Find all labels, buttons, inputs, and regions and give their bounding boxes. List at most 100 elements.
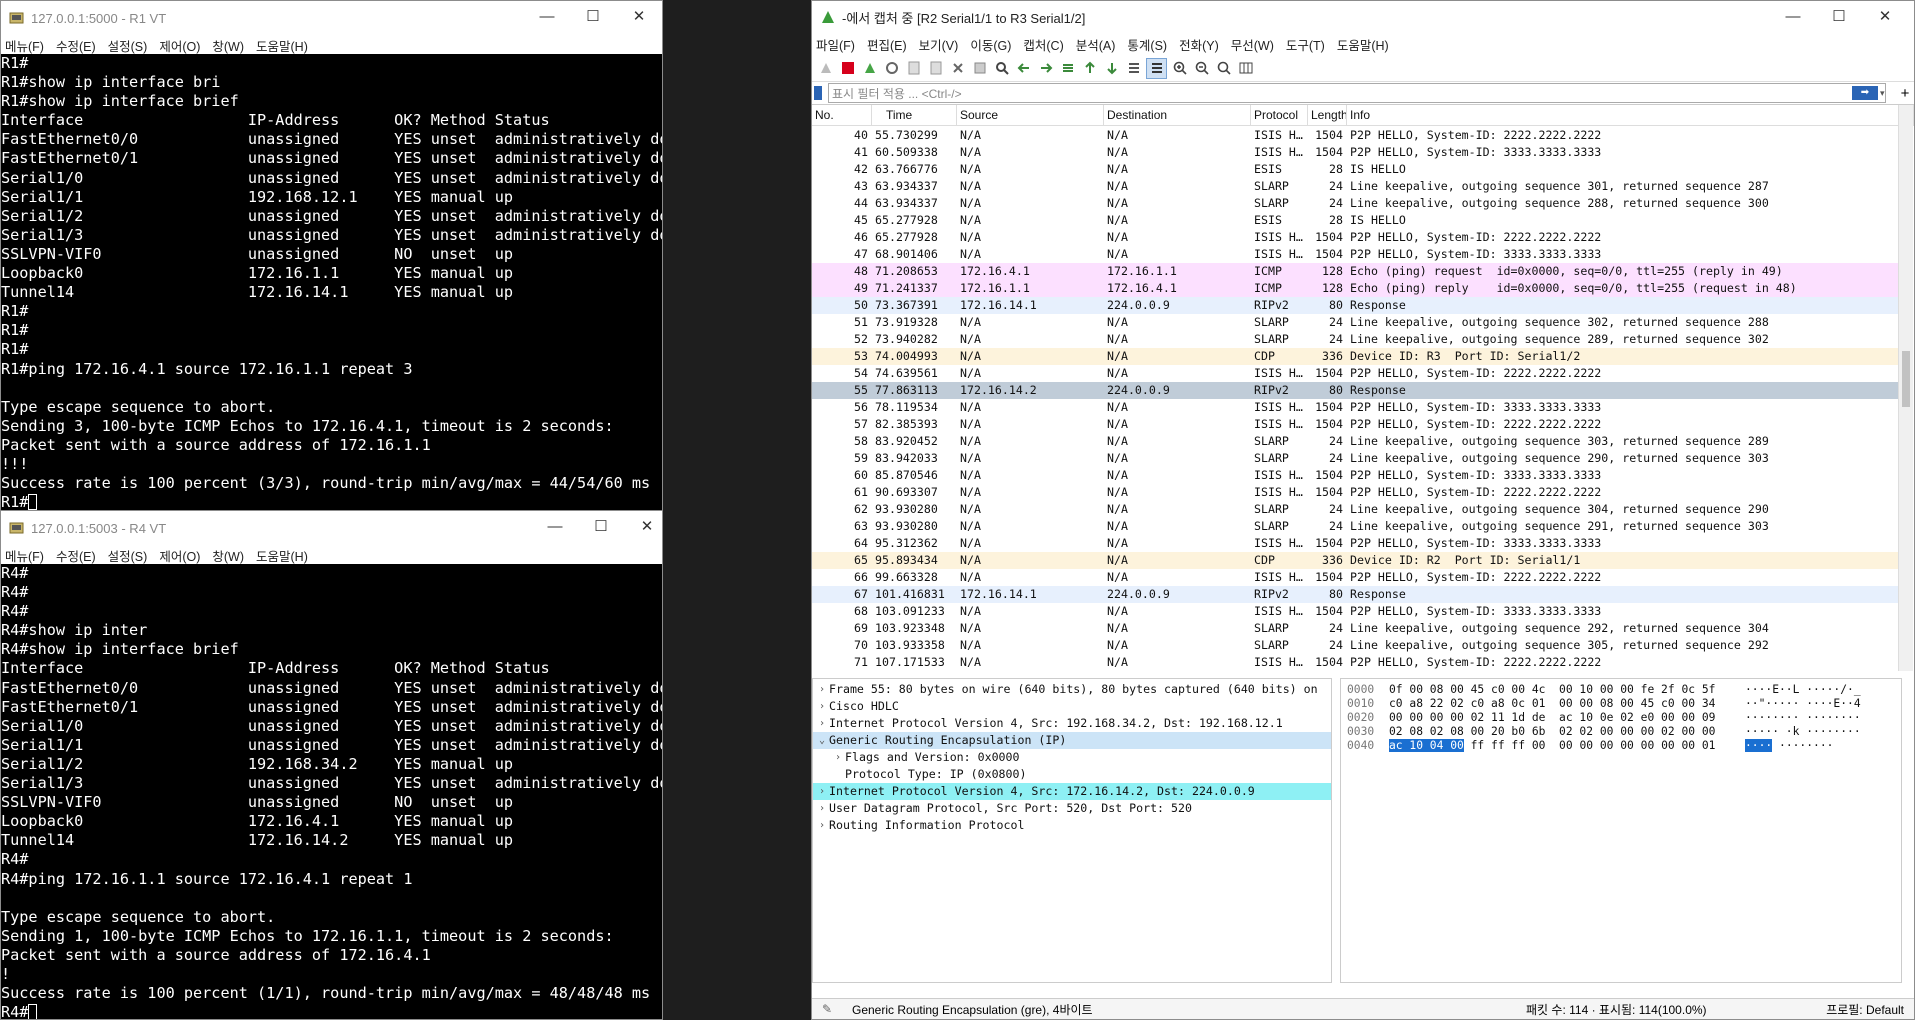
menu-item[interactable]: 수정(E) bbox=[56, 36, 96, 55]
packet-row[interactable]: 63 93.930280 N/A N/A SLARP 24 Line keepalive, … bbox=[812, 518, 1898, 535]
stop-capture-icon[interactable] bbox=[838, 59, 857, 78]
menu-item[interactable]: 설정(S) bbox=[108, 36, 148, 55]
close-icon[interactable]: ✕ bbox=[616, 1, 662, 35]
packet-row[interactable]: 62 93.930280 N/A N/A SLARP 24 Line keepalive, … bbox=[812, 501, 1898, 518]
detail-row[interactable]: › Routing Information Protocol bbox=[813, 817, 1331, 834]
column-header-length[interactable]: Length bbox=[1308, 105, 1347, 125]
menu-item[interactable]: 편집(E) bbox=[867, 35, 907, 54]
menu-item[interactable]: 도움말(H) bbox=[256, 546, 308, 565]
expand-arrow-icon[interactable]: › bbox=[815, 817, 829, 834]
expand-arrow-icon[interactable]: › bbox=[831, 749, 845, 766]
menu-item[interactable]: 분석(A) bbox=[1076, 35, 1116, 54]
zoom-out-icon[interactable] bbox=[1192, 59, 1211, 78]
scrollbar-thumb[interactable] bbox=[1902, 351, 1910, 407]
packet-row[interactable]: 46 65.277928 N/A N/A ISIS H… 1504 P2P HELLO, S… bbox=[812, 229, 1898, 246]
packet-row[interactable]: 59 83.942033 N/A N/A SLARP 24 Line keepalive, … bbox=[812, 450, 1898, 467]
minimize-icon[interactable]: — bbox=[1770, 1, 1816, 35]
resize-columns-icon[interactable] bbox=[1236, 59, 1255, 78]
packet-row[interactable]: 68 103.091233 N/A N/A ISIS H… 1504 P2P HELLO, … bbox=[812, 603, 1898, 620]
normal-size-icon[interactable] bbox=[1214, 59, 1233, 78]
hex-row[interactable]: 0000 0f 00 08 00 45 c0 00 4c 00 10 00 00 … bbox=[1347, 683, 1901, 697]
column-header-info[interactable]: Info bbox=[1347, 105, 1914, 125]
close-icon[interactable]: ✕ bbox=[624, 511, 662, 545]
restart-capture-icon[interactable] bbox=[860, 59, 879, 78]
detail-row[interactable]: › Cisco HDLC bbox=[813, 698, 1331, 715]
packet-row[interactable]: 55 77.863113 172.16.14.2 224.0.0.9 RIPv2 80 Re… bbox=[812, 382, 1898, 399]
hex-row[interactable]: 0040 ac 10 04 00 ff ff ff 00 00 00 00 00 … bbox=[1347, 739, 1901, 753]
column-header-protocol[interactable]: Protocol bbox=[1251, 105, 1308, 125]
colorize-icon[interactable] bbox=[1146, 57, 1167, 79]
maximize-icon[interactable]: ☐ bbox=[1816, 1, 1862, 35]
packet-row[interactable]: 50 73.367391 172.16.14.1 224.0.0.9 RIPv2 80 Re… bbox=[812, 297, 1898, 314]
r1-titlebar[interactable]: 127.0.0.1:5000 - R1 VT — ☐ ✕ bbox=[1, 1, 662, 35]
menu-item[interactable]: 전화(Y) bbox=[1179, 35, 1219, 54]
detail-row[interactable]: ⌄ Generic Routing Encapsulation (IP) bbox=[813, 732, 1331, 749]
packet-row[interactable]: 54 74.639561 N/A N/A ISIS H… 1504 P2P HELLO, S… bbox=[812, 365, 1898, 382]
menu-item[interactable]: 통계(S) bbox=[1127, 35, 1167, 54]
expand-arrow-icon[interactable]: › bbox=[815, 715, 829, 732]
wireshark-titlebar[interactable]: -에서 캡처 중 [R2 Serial1/1 to R3 Serial1/2] … bbox=[812, 1, 1914, 33]
menu-item[interactable]: 무선(W) bbox=[1231, 35, 1274, 54]
minimize-icon[interactable]: — bbox=[524, 1, 570, 35]
status-profile[interactable]: 프로필: Default bbox=[1826, 1001, 1904, 1018]
detail-row[interactable]: › Internet Protocol Version 4, Src: 172.1… bbox=[813, 783, 1331, 800]
column-header-destination[interactable]: Destination bbox=[1104, 105, 1251, 125]
packet-row[interactable]: 53 74.004993 N/A N/A CDP 336 Device ID: R3 Por… bbox=[812, 348, 1898, 365]
packet-row[interactable]: 51 73.919328 N/A N/A SLARP 24 Line keepalive, … bbox=[812, 314, 1898, 331]
menu-item[interactable]: 창(W) bbox=[212, 546, 244, 565]
last-packet-icon[interactable] bbox=[1102, 59, 1121, 78]
expand-arrow-icon[interactable]: › bbox=[815, 783, 829, 800]
collapse-arrow-icon[interactable]: ⌄ bbox=[815, 732, 829, 749]
autoscroll-icon[interactable] bbox=[1124, 59, 1143, 78]
expand-arrow-icon[interactable]: › bbox=[815, 681, 829, 698]
column-header-time[interactable]: Time bbox=[872, 105, 957, 125]
open-file-icon[interactable] bbox=[904, 59, 923, 78]
r4-titlebar[interactable]: 127.0.0.1:5003 - R4 VT — ☐ ✕ bbox=[1, 511, 662, 545]
packet-row[interactable]: 41 60.509338 N/A N/A ISIS H… 1504 P2P HELLO, S… bbox=[812, 144, 1898, 161]
find-packet-icon[interactable] bbox=[992, 59, 1011, 78]
hex-row[interactable]: 0020 00 00 00 00 02 11 1d de ac 10 0e 02 … bbox=[1347, 711, 1901, 725]
maximize-icon[interactable]: ☐ bbox=[570, 1, 616, 35]
column-header-no[interactable]: No. bbox=[812, 105, 872, 125]
start-capture-icon[interactable] bbox=[816, 59, 835, 78]
packet-row[interactable]: 69 103.923348 N/A N/A SLARP 24 Line keepalive,… bbox=[812, 620, 1898, 637]
menu-item[interactable]: 창(W) bbox=[212, 36, 244, 55]
detail-row[interactable]: Protocol Type: IP (0x0800) bbox=[813, 766, 1331, 783]
packet-row[interactable]: 40 55.730299 N/A N/A ISIS H… 1504 P2P HELLO, S… bbox=[812, 127, 1898, 144]
packet-row[interactable]: 64 95.312362 N/A N/A ISIS H… 1504 P2P HELLO, S… bbox=[812, 535, 1898, 552]
save-file-icon[interactable] bbox=[926, 59, 945, 78]
detail-row[interactable]: › User Datagram Protocol, Src Port: 520, … bbox=[813, 800, 1331, 817]
menu-item[interactable]: 캡처(C) bbox=[1023, 35, 1063, 54]
packet-row[interactable]: 49 71.241337 172.16.1.1 172.16.4.1 ICMP 128 Ec… bbox=[812, 280, 1898, 297]
go-back-icon[interactable] bbox=[1014, 59, 1033, 78]
menu-item[interactable]: 메뉴(F) bbox=[5, 36, 44, 55]
apply-filter-icon[interactable]: ➡ bbox=[1852, 86, 1878, 100]
maximize-icon[interactable]: ☐ bbox=[578, 511, 624, 545]
menu-item[interactable]: 제어(O) bbox=[159, 546, 200, 565]
packet-list-scrollbar[interactable] bbox=[1898, 105, 1913, 671]
packet-row[interactable]: 66 99.663328 N/A N/A ISIS H… 1504 P2P HELLO, S… bbox=[812, 569, 1898, 586]
menu-item[interactable]: 도구(T) bbox=[1286, 35, 1325, 54]
display-filter-input[interactable]: 표시 필터 적용 ... <Ctrl-/> bbox=[828, 83, 1886, 103]
first-packet-icon[interactable] bbox=[1080, 59, 1099, 78]
packet-list[interactable]: 40 55.730299 N/A N/A ISIS H… 1504 P2P HELLO, S… bbox=[812, 127, 1898, 671]
menu-item[interactable]: 수정(E) bbox=[56, 546, 96, 565]
menu-item[interactable]: 도움말(H) bbox=[1337, 35, 1389, 54]
menu-item[interactable]: 도움말(H) bbox=[256, 36, 308, 55]
hex-row[interactable]: 0030 02 08 02 08 00 20 b0 6b 02 02 00 00 … bbox=[1347, 725, 1901, 739]
add-filter-button-icon[interactable]: + bbox=[1896, 85, 1914, 102]
close-file-icon[interactable] bbox=[948, 59, 967, 78]
hex-row[interactable]: 0010 c0 a8 22 02 c0 a8 0c 01 00 00 08 00 … bbox=[1347, 697, 1901, 711]
go-forward-icon[interactable] bbox=[1036, 59, 1055, 78]
packet-row[interactable]: 52 73.940282 N/A N/A SLARP 24 Line keepalive, … bbox=[812, 331, 1898, 348]
packet-row[interactable]: 70 103.933358 N/A N/A SLARP 24 Line keepalive,… bbox=[812, 637, 1898, 654]
r1-console[interactable]: R1# R1#show ip interface bri R1#show ip in… bbox=[1, 54, 662, 511]
menu-item[interactable]: 제어(O) bbox=[159, 36, 200, 55]
reload-icon[interactable] bbox=[970, 59, 989, 78]
r4-console[interactable]: R4# R4# R4# R4#show ip inter R4#show ip inte… bbox=[1, 564, 662, 1019]
packet-row[interactable]: 43 63.934337 N/A N/A SLARP 24 Line keepalive, … bbox=[812, 178, 1898, 195]
capture-options-icon[interactable] bbox=[882, 59, 901, 78]
minimize-icon[interactable]: — bbox=[532, 511, 578, 545]
text-cursor[interactable] bbox=[28, 1004, 38, 1019]
detail-row[interactable]: › Internet Protocol Version 4, Src: 192.1… bbox=[813, 715, 1331, 732]
